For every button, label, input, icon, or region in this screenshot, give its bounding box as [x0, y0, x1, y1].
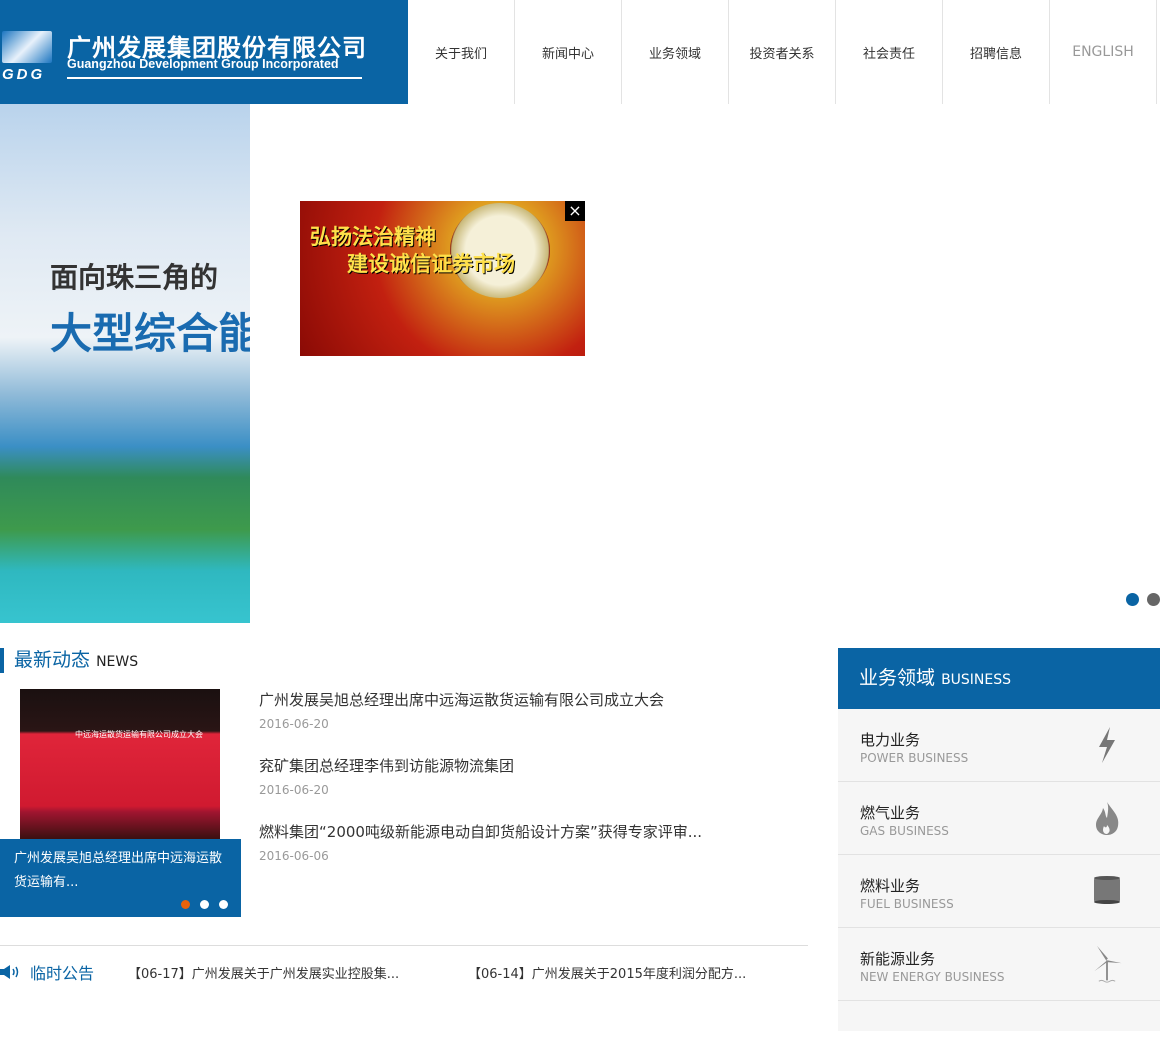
news-date: 2016-06-06	[259, 849, 329, 863]
divider	[0, 945, 808, 946]
business-item-power[interactable]: 电力业务 POWER BUSINESS	[838, 709, 1160, 782]
main-nav: 关于我们 新闻中心 业务领域 投资者关系 社会责任 招聘信息 ENGLISH	[408, 0, 1157, 104]
news-title-en: NEWS	[96, 654, 139, 670]
close-icon[interactable]: ×	[565, 201, 585, 221]
news-dot-3[interactable]	[219, 900, 228, 909]
logo-mark-icon	[2, 31, 52, 63]
news-dot-1[interactable]	[181, 900, 190, 909]
nav-jobs[interactable]: 招聘信息	[943, 0, 1050, 104]
banner-slider: 面向珠三角的 大型综合能 弘扬法治精神 建设诚信证券市场 ×	[0, 104, 1160, 623]
business-item-new-energy[interactable]: 新能源业务 NEW ENERGY BUSINESS	[838, 928, 1160, 1001]
news-dots	[181, 900, 228, 909]
flame-icon	[1096, 802, 1119, 835]
news-link[interactable]: 广州发展吴旭总经理出席中远海运散货运输有限公司成立大会	[259, 689, 799, 711]
logo-underline	[67, 77, 362, 79]
news-photo[interactable]: 中远海运散货运输有限公司成立大会	[20, 689, 220, 839]
business-title: 业务领域	[859, 667, 936, 689]
banner-dot-1[interactable]	[1126, 593, 1139, 606]
nav-news[interactable]: 新闻中心	[515, 0, 622, 104]
speaker-icon	[0, 965, 19, 979]
banner-line2: 大型综合能	[50, 309, 250, 358]
logo[interactable]: GDG 广州发展集团股份有限公司 Guangzhou Development G…	[0, 0, 408, 104]
news-title: 最新动态	[14, 649, 91, 671]
nav-english[interactable]: ENGLISH	[1050, 0, 1157, 104]
nav-about[interactable]: 关于我们	[408, 0, 515, 104]
news-item: 兖矿集团总经理李伟到访能源物流集团 2016-06-20	[259, 755, 799, 821]
banner-line1: 面向珠三角的	[50, 261, 219, 294]
business-heading: 业务领域 BUSINESS	[838, 648, 1160, 709]
nav-business[interactable]: 业务领域	[622, 0, 729, 104]
news-link[interactable]: 燃料集团“2000吨级新能源电动自卸货船设计方案”获得专家评审...	[259, 821, 799, 843]
nav-social[interactable]: 社会责任	[836, 0, 943, 104]
news-dot-2[interactable]	[200, 900, 209, 909]
popup-ad[interactable]: 弘扬法治精神 建设诚信证券市场 ×	[300, 201, 585, 356]
logo-en: Guangzhou Development Group Incorporated	[67, 57, 339, 71]
logo-abbr: GDG	[2, 66, 46, 83]
banner-image[interactable]: 面向珠三角的 大型综合能	[0, 104, 250, 623]
business-panel: 业务领域 BUSINESS 电力业务 POWER BUSINESS 燃气业务 G…	[838, 648, 1160, 1031]
news-link[interactable]: 兖矿集团总经理李伟到访能源物流集团	[259, 755, 799, 777]
notice-item[interactable]: 【06-14】广州发展关于2015年度利润分配方...	[468, 963, 808, 982]
news-heading: 最新动态 NEWS	[0, 648, 138, 673]
notice-label: 临时公告	[30, 964, 95, 983]
news-date: 2016-06-20	[259, 783, 329, 797]
business-item-gas[interactable]: 燃气业务 GAS BUSINESS	[838, 782, 1160, 855]
news-item: 广州发展吴旭总经理出席中远海运散货运输有限公司成立大会 2016-06-20	[259, 689, 799, 755]
news-photo-text: 中远海运散货运输有限公司成立大会	[75, 730, 203, 739]
notice-bar: 临时公告 【06-17】广州发展关于广州发展实业控股集... 【06-14】广州…	[0, 960, 808, 984]
header: GDG 广州发展集团股份有限公司 Guangzhou Development G…	[0, 0, 1160, 104]
business-title-en: BUSINESS	[941, 672, 1012, 688]
banner-dots	[1126, 593, 1160, 606]
lightning-icon	[1099, 727, 1115, 763]
news-list: 广州发展吴旭总经理出席中远海运散货运输有限公司成立大会 2016-06-20 兖矿…	[259, 689, 799, 887]
wind-turbine-icon	[1094, 945, 1122, 983]
ad-line2: 建设诚信证券市场	[347, 251, 515, 276]
business-item-fuel[interactable]: 燃料业务 FUEL BUSINESS	[838, 855, 1160, 928]
nav-investors[interactable]: 投资者关系	[729, 0, 836, 104]
caption-text: 广州发展吴旭总经理出席中远海运散货运输有...	[14, 851, 223, 890]
news-date: 2016-06-20	[259, 717, 329, 731]
news-item: 燃料集团“2000吨级新能源电动自卸货船设计方案”获得专家评审... 2016-0…	[259, 821, 799, 887]
barrel-icon	[1094, 876, 1120, 904]
news-photo-caption[interactable]: 广州发展吴旭总经理出席中远海运散货运输有...	[0, 839, 241, 917]
banner-dot-2[interactable]	[1147, 593, 1160, 606]
notice-item[interactable]: 【06-17】广州发展关于广州发展实业控股集...	[128, 963, 468, 982]
ad-line1: 弘扬法治精神	[310, 224, 436, 249]
